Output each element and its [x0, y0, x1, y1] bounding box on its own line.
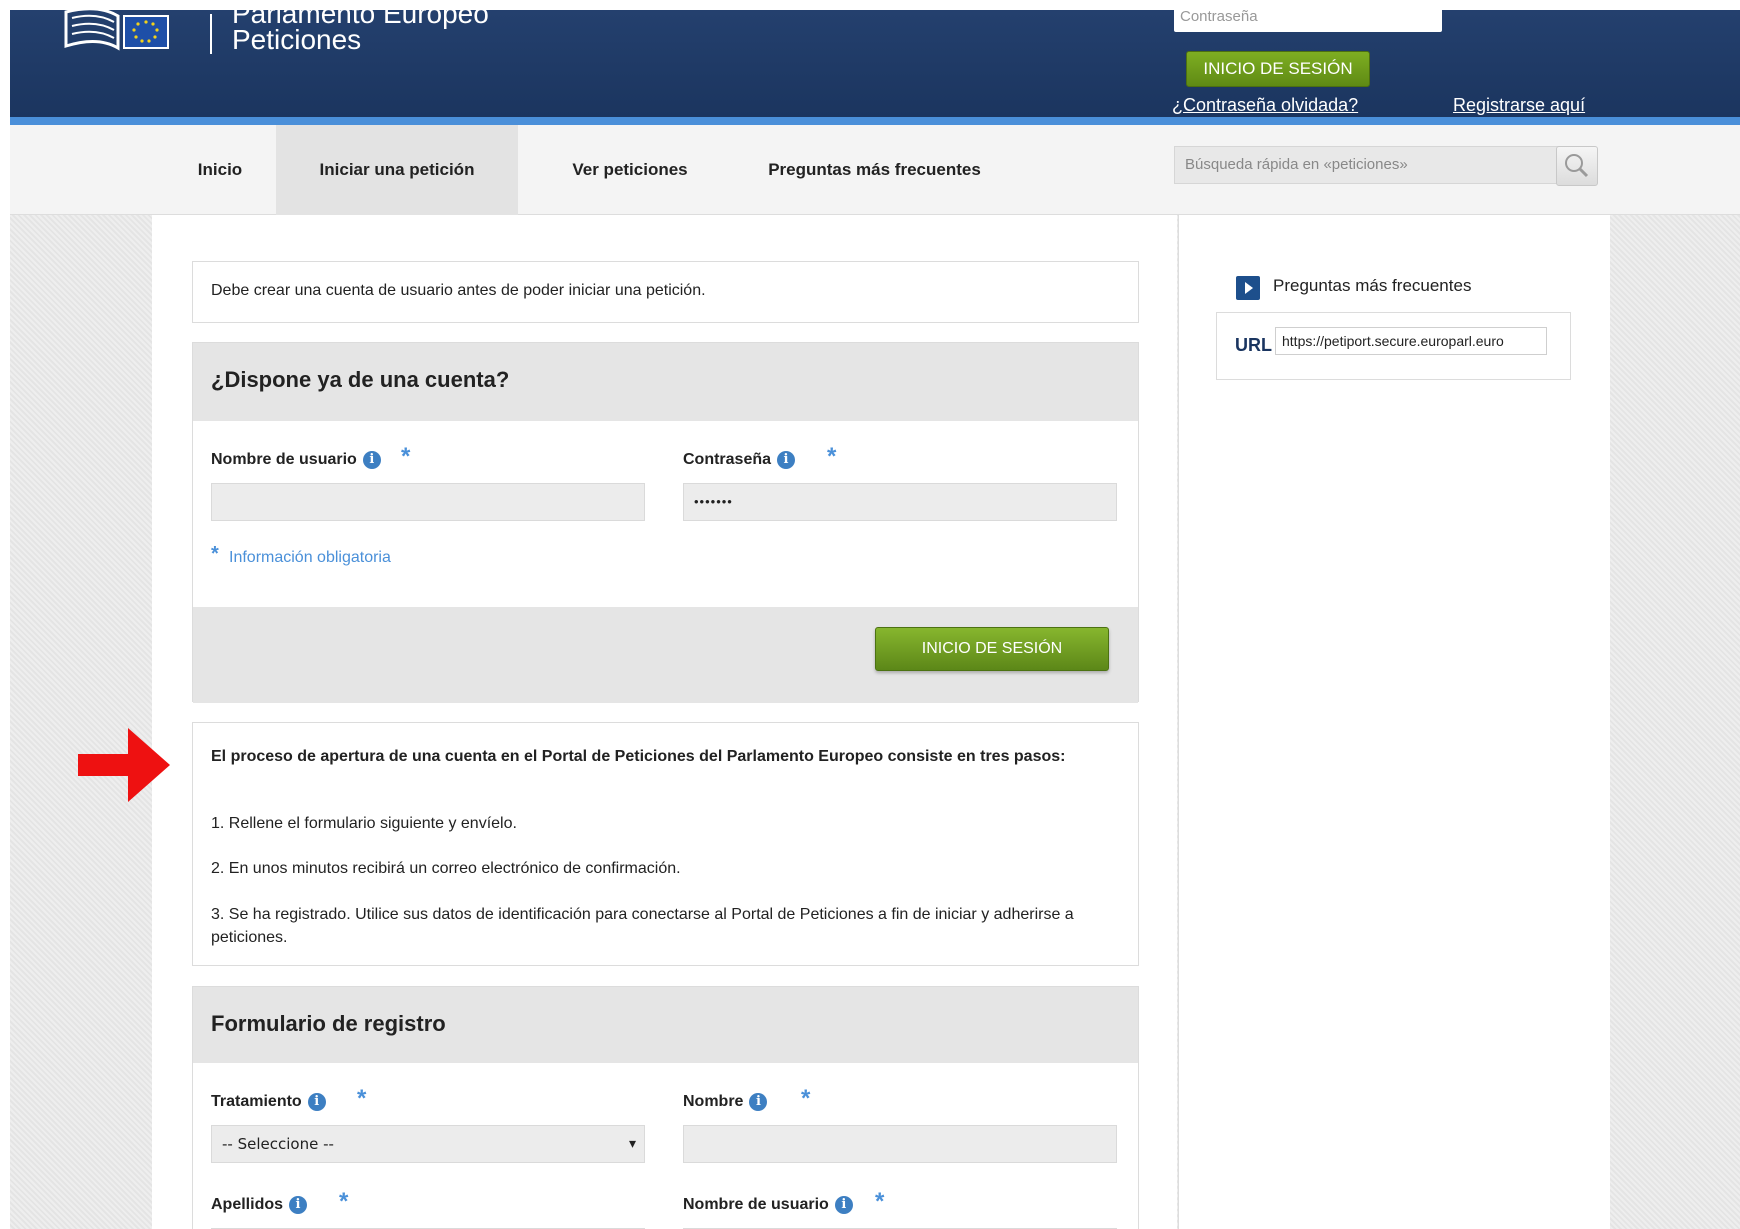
nav-item-ver-peticiones[interactable]: Ver peticiones: [550, 125, 710, 215]
quick-search-input[interactable]: Búsqueda rápida en «peticiones»: [1174, 146, 1564, 184]
url-box: URL https://petiport.secure.europarl.eur…: [1216, 312, 1571, 380]
username-input[interactable]: [211, 483, 645, 521]
info-icon[interactable]: i: [362, 451, 381, 469]
password-label-text: Contraseña: [683, 451, 772, 469]
header-password-input[interactable]: Contraseña: [1174, 10, 1442, 32]
first-name-input[interactable]: [683, 1125, 1117, 1163]
step-3: 3. Se ha registrado. Utilice sus datos d…: [211, 906, 1074, 946]
url-label: URL: [1235, 335, 1272, 355]
username-label: Nombre de usuario i: [211, 451, 381, 469]
step-2: 2. En unos minutos recibirá un correo el…: [211, 860, 681, 877]
nav-item-faq[interactable]: Preguntas más frecuentes: [752, 125, 997, 215]
header-login-button[interactable]: INICIO DE SESIÓN: [1186, 51, 1370, 87]
required-star-icon: *: [875, 1188, 885, 1215]
notice-box: Debe crear una cuenta de usuario antes d…: [192, 261, 1139, 323]
info-icon[interactable]: i: [777, 451, 796, 469]
play-icon: [1245, 282, 1253, 294]
required-star-icon: *: [339, 1188, 349, 1215]
first-name-label: Nombre i: [683, 1093, 768, 1111]
nav-item-iniciar-peticion[interactable]: Iniciar una petición: [276, 125, 518, 215]
info-icon[interactable]: i: [834, 1196, 853, 1214]
login-submit-button[interactable]: INICIO DE SESIÓN: [875, 627, 1109, 671]
last-name-label-text: Apellidos: [211, 1196, 284, 1214]
treatment-select[interactable]: -- Seleccione -- ▾: [211, 1125, 645, 1163]
logo-separator: [210, 14, 212, 54]
required-star-icon: *: [211, 543, 219, 565]
required-star-icon: *: [401, 443, 411, 470]
registration-box: Formulario de registro Tratamiento i * --…: [192, 986, 1139, 1229]
reg-username-label: Nombre de usuario i: [683, 1196, 853, 1214]
chevron-down-icon: ▾: [628, 1136, 636, 1152]
main-nav: Inicio Iniciar una petición Ver peticion…: [10, 125, 1740, 215]
url-input[interactable]: https://petiport.secure.europarl.euro: [1275, 327, 1547, 355]
search-icon: [1565, 154, 1589, 178]
european-parliament-logo[interactable]: [58, 10, 188, 55]
step-1: 1. Rellene el formulario siguiente y env…: [211, 815, 517, 832]
steps-intro: El proceso de apertura de una cuenta en …: [211, 748, 1066, 765]
faq-arrow-icon[interactable]: [1236, 276, 1260, 300]
notice-text: Debe crear una cuenta de usuario antes d…: [211, 282, 706, 299]
page-frame: Parlamento Europeo Peticiones Contraseña…: [10, 10, 1740, 1229]
required-star-icon: *: [801, 1085, 811, 1112]
first-name-label-text: Nombre: [683, 1093, 744, 1111]
forgot-password-link[interactable]: ¿Contraseña olvidada?: [1172, 95, 1358, 116]
required-info-note: Información obligatoria: [229, 549, 391, 566]
reg-username-label-text: Nombre de usuario: [683, 1196, 829, 1214]
login-box: ¿Dispone ya de una cuenta? Nombre de usu…: [192, 342, 1139, 703]
required-star-icon: *: [827, 443, 837, 470]
info-icon[interactable]: i: [289, 1196, 308, 1214]
login-box-footer: INICIO DE SESIÓN: [193, 607, 1138, 703]
info-icon[interactable]: i: [749, 1093, 768, 1111]
site-title-line2: Peticiones: [232, 24, 362, 55]
username-label-text: Nombre de usuario: [211, 451, 357, 469]
register-link[interactable]: Registrarse aquí: [1453, 95, 1585, 116]
registration-box-header: Formulario de registro: [193, 987, 1138, 1063]
login-box-title: ¿Dispone ya de una cuenta?: [211, 367, 510, 392]
last-name-label: Apellidos i: [211, 1196, 308, 1214]
password-input[interactable]: •••••••: [683, 483, 1117, 521]
registration-title: Formulario de registro: [211, 1011, 446, 1036]
browser-viewport: Parlamento Europeo Peticiones Contraseña…: [0, 0, 1740, 1229]
treatment-select-value: -- Seleccione --: [222, 1135, 334, 1153]
required-star-icon: *: [357, 1085, 367, 1112]
treatment-label-text: Tratamiento: [211, 1093, 302, 1111]
site-header: Parlamento Europeo Peticiones Contraseña…: [10, 10, 1740, 117]
nav-item-inicio[interactable]: Inicio: [170, 125, 270, 215]
treatment-label: Tratamiento i: [211, 1093, 326, 1111]
steps-box: El proceso de apertura de una cuenta en …: [192, 722, 1139, 966]
header-divider: [10, 117, 1740, 125]
sidebar-faq-link[interactable]: Preguntas más frecuentes: [1273, 276, 1471, 296]
password-label: Contraseña i: [683, 451, 796, 469]
info-icon[interactable]: i: [307, 1093, 326, 1111]
red-arrow-annotation: [78, 728, 170, 802]
search-button[interactable]: [1556, 146, 1598, 186]
login-box-header: ¿Dispone ya de una cuenta?: [193, 343, 1138, 421]
